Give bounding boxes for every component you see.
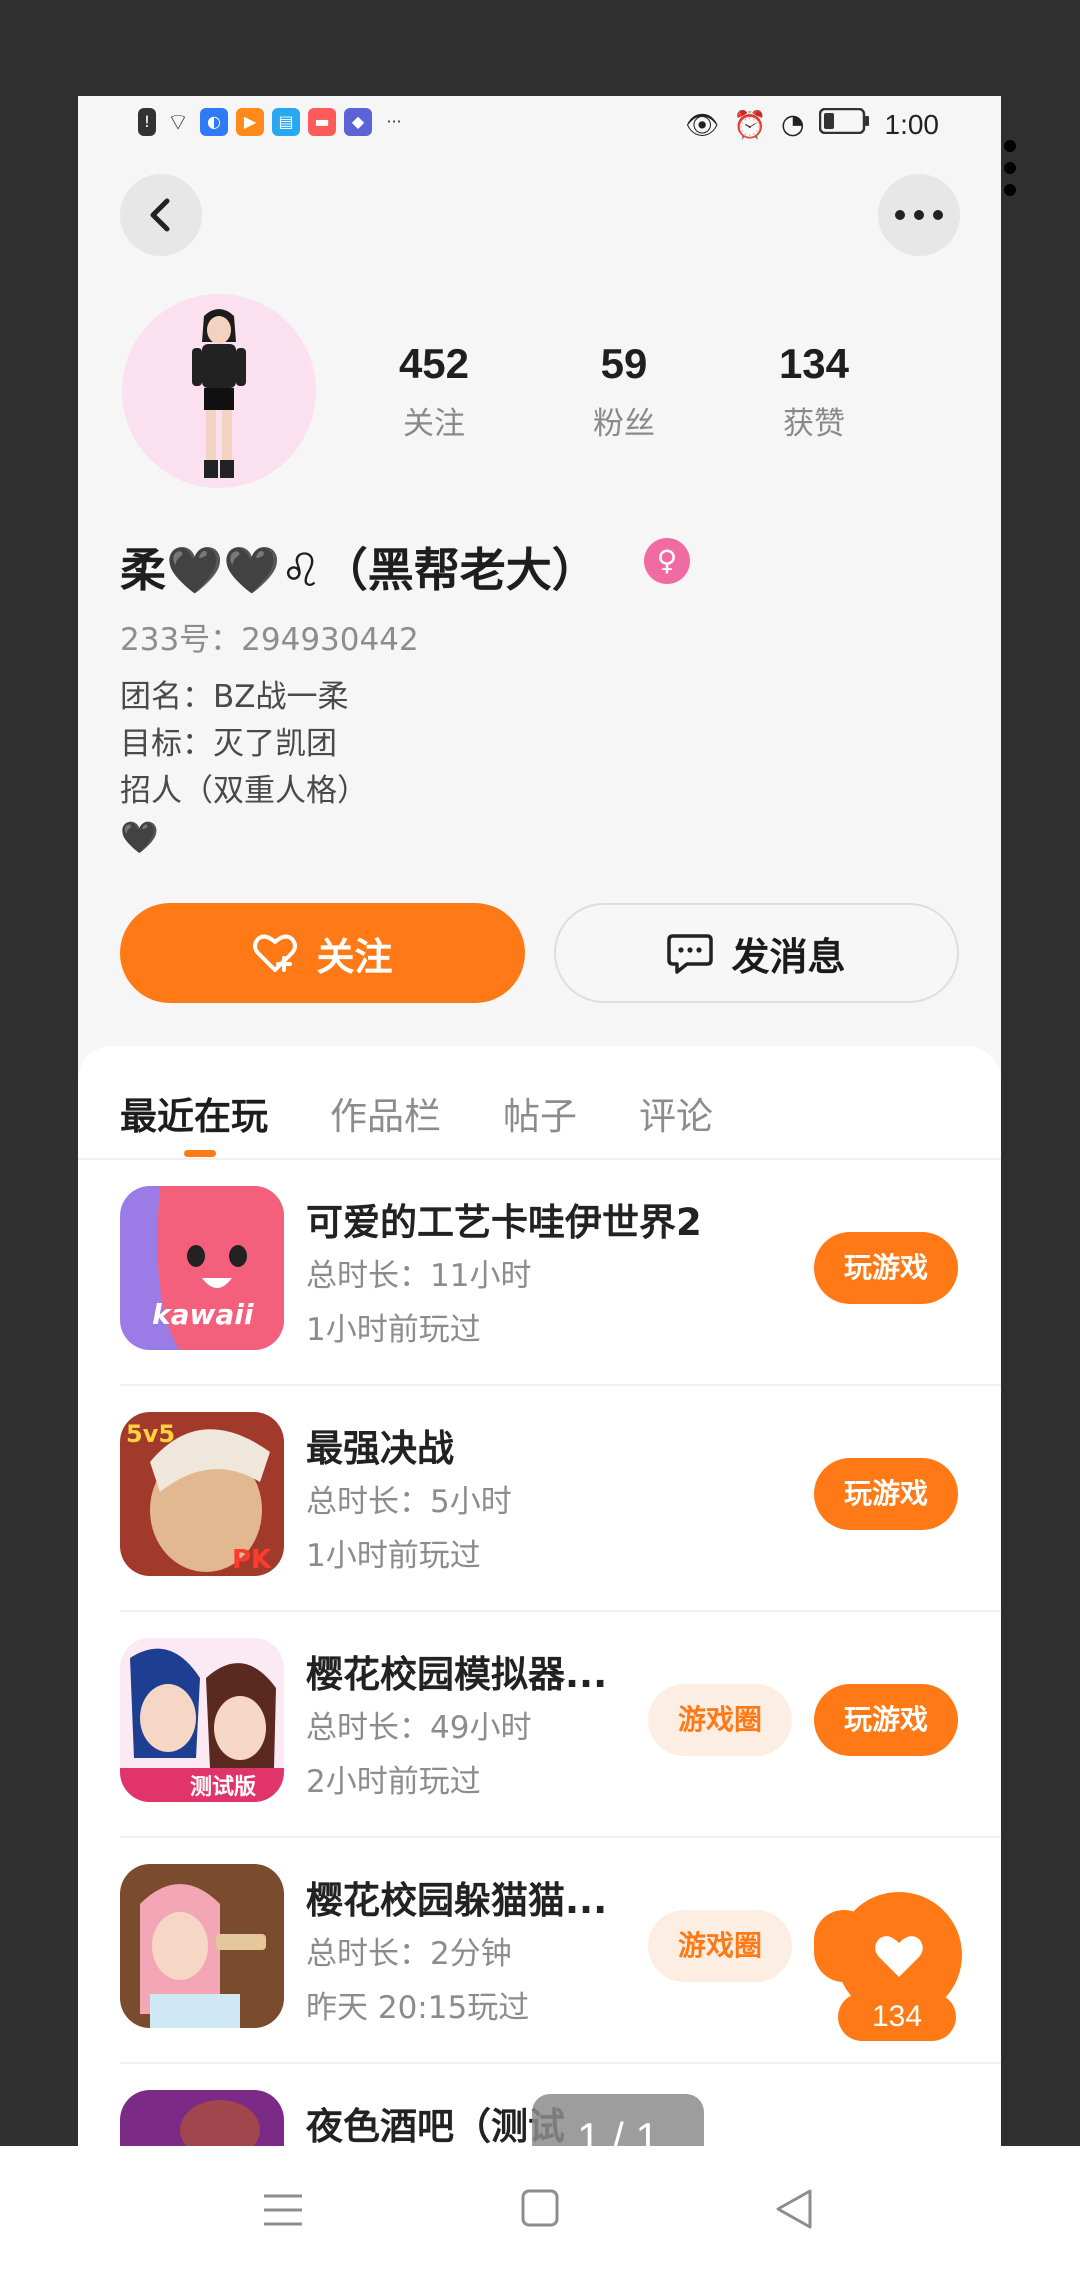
- likes-stat[interactable]: 134 获赞: [734, 340, 894, 443]
- game-icon-sakura-hide-seek: [120, 1864, 284, 2028]
- play-game-button[interactable]: 玩游戏: [814, 1232, 958, 1304]
- game-title: 樱花校园模拟器...: [306, 1653, 608, 1696]
- game-icon-text: kawaii: [152, 1298, 254, 1331]
- more-options-button[interactable]: [878, 174, 960, 256]
- follow-button[interactable]: 关注: [120, 903, 525, 1003]
- message-label: 发消息: [731, 934, 846, 979]
- game-title: 可爱的工艺卡哇伊世界2: [306, 1201, 702, 1244]
- game-duration: 总时长：5小时: [306, 1484, 512, 1520]
- profile-tabs: 最近在玩 作品栏 帖子 评论: [120, 1086, 713, 1157]
- game-icon-sakura-school: 测试版: [120, 1638, 284, 1802]
- game-title: 最强决战: [306, 1427, 454, 1470]
- notification-icons: ! ⌔ ◐ ▶ ▤ ▬ ◆ ···: [138, 108, 408, 136]
- heart-plus-icon: [253, 934, 298, 972]
- chevron-left-icon: [150, 198, 170, 232]
- game-list-item[interactable]: 测试版 樱花校园模拟器... 总时长：49小时 2小时前玩过 游戏圈 玩游戏: [120, 1612, 1001, 1838]
- app-red-icon: ▬: [308, 108, 336, 136]
- game-list-item[interactable]: 5v5 PK 最强决战 总时长：5小时 1小时前玩过 玩游戏: [120, 1386, 1001, 1612]
- game-icon-kawaii: kawaii: [120, 1186, 284, 1350]
- profile-screen: ! ⌔ ◐ ▶ ▤ ▬ ◆ ··· 👁 ⏰ ◔ 1:00 452 关注 59 粉…: [78, 96, 1001, 2146]
- user-name: 柔🖤🖤♌（黑帮老大）: [120, 543, 598, 597]
- fans-label: 粉丝: [593, 406, 655, 442]
- bio-line: 目标：灭了凯团: [120, 726, 337, 762]
- game-icon-strongest-battle: 5v5 PK: [120, 1412, 284, 1576]
- status-bar: ! ⌔ ◐ ▶ ▤ ▬ ◆ ··· 👁 ⏰ ◔ 1:00: [78, 96, 1001, 156]
- game-last-played: 1小时前玩过: [306, 1538, 481, 1574]
- game-duration: 总时长：49小时: [306, 1710, 532, 1746]
- bio-line: 招人（双重人格）: [120, 773, 368, 809]
- play-game-button[interactable]: 玩游戏: [814, 1684, 958, 1756]
- app-blue-icon: ◐: [200, 108, 228, 136]
- app-purple-icon: ◆: [344, 108, 372, 136]
- system-icons: 👁 ⏰ ◔ 1:00: [685, 107, 940, 141]
- menu-icon: [264, 2194, 302, 2226]
- avatar[interactable]: [122, 294, 316, 488]
- game-last-played: 2小时前玩过: [306, 1764, 481, 1800]
- alarm-icon: ⏰: [733, 109, 767, 141]
- game-circle-button[interactable]: 游戏圈: [648, 1910, 792, 1982]
- battery-icon: [818, 107, 871, 141]
- more-notifications-icon: ···: [386, 112, 402, 131]
- following-count: 452: [398, 340, 470, 387]
- background-more-icon: [1004, 140, 1020, 206]
- game-last-played: 昨天 20:15玩过: [306, 1990, 530, 2026]
- page-indicator: 1 / 1: [532, 2094, 704, 2146]
- following-label: 关注: [403, 406, 465, 442]
- following-stat[interactable]: 452 关注: [354, 340, 514, 443]
- avatar-character-image: [122, 294, 316, 488]
- game-duration: 总时长：11小时: [306, 1258, 532, 1294]
- system-navigation-bar: [0, 2146, 1080, 2280]
- app-orange-icon: ▶: [236, 108, 264, 136]
- home-square-icon: [521, 2189, 559, 2227]
- game-title: 夜色酒吧（测试: [306, 2105, 565, 2146]
- fans-count: 59: [600, 340, 648, 387]
- wifi-icon: ⌔: [166, 108, 190, 136]
- back-button[interactable]: [120, 174, 202, 256]
- menu-nav-button[interactable]: [262, 2188, 304, 2239]
- back-nav-button[interactable]: [774, 2188, 814, 2241]
- game-icon-text: PK: [232, 1545, 272, 1575]
- app-book-icon: ▤: [272, 108, 300, 136]
- game-icon-text: 5v5: [126, 1420, 175, 1448]
- tab-comments[interactable]: 评论: [639, 1086, 713, 1140]
- game-last-played: 1小时前玩过: [306, 1312, 481, 1348]
- message-button[interactable]: 发消息: [554, 903, 959, 1003]
- bio-line: 🖤: [120, 820, 159, 856]
- triangle-back-icon: [776, 2189, 812, 2229]
- like-count-badge: 134: [838, 1993, 956, 2041]
- likes-count: 134: [778, 340, 850, 387]
- tab-works[interactable]: 作品栏: [330, 1086, 441, 1140]
- user-bio: 团名：BZ战一柔 目标：灭了凯团 招人（双重人格） 🖤: [120, 674, 368, 862]
- speed-icon: ◔: [780, 109, 805, 140]
- game-duration: 总时长：2分钟: [306, 1936, 512, 1972]
- likes-label: 获赞: [783, 406, 845, 442]
- game-title: 樱花校园躲猫猫...: [306, 1879, 608, 1922]
- user-id: 233号：294930442: [120, 622, 419, 658]
- home-nav-button[interactable]: [520, 2188, 560, 2239]
- female-gender-icon: ♀: [644, 538, 690, 584]
- game-circle-button[interactable]: 游戏圈: [648, 1684, 792, 1756]
- heart-icon: [875, 1936, 923, 1977]
- clock: 1:00: [884, 108, 940, 140]
- chat-bubble-icon: [667, 934, 714, 974]
- game-icon-night-bar: [120, 2090, 284, 2146]
- fans-stat[interactable]: 59 粉丝: [544, 340, 704, 443]
- alert-icon: !: [138, 108, 156, 136]
- game-icon-text: 测试版: [190, 1775, 256, 1800]
- game-list-item[interactable]: kawaii 可爱的工艺卡哇伊世界2 总时长：11小时 1小时前玩过 玩游戏: [120, 1160, 1001, 1386]
- tab-recently-played[interactable]: 最近在玩: [120, 1086, 268, 1157]
- ellipsis-icon: [895, 210, 943, 220]
- eye-icon: 👁: [685, 109, 720, 141]
- follow-label: 关注: [316, 934, 393, 979]
- play-game-button[interactable]: 玩游戏: [814, 1458, 958, 1530]
- bio-line: 团名：BZ战一柔: [120, 679, 349, 715]
- tab-posts[interactable]: 帖子: [503, 1086, 577, 1140]
